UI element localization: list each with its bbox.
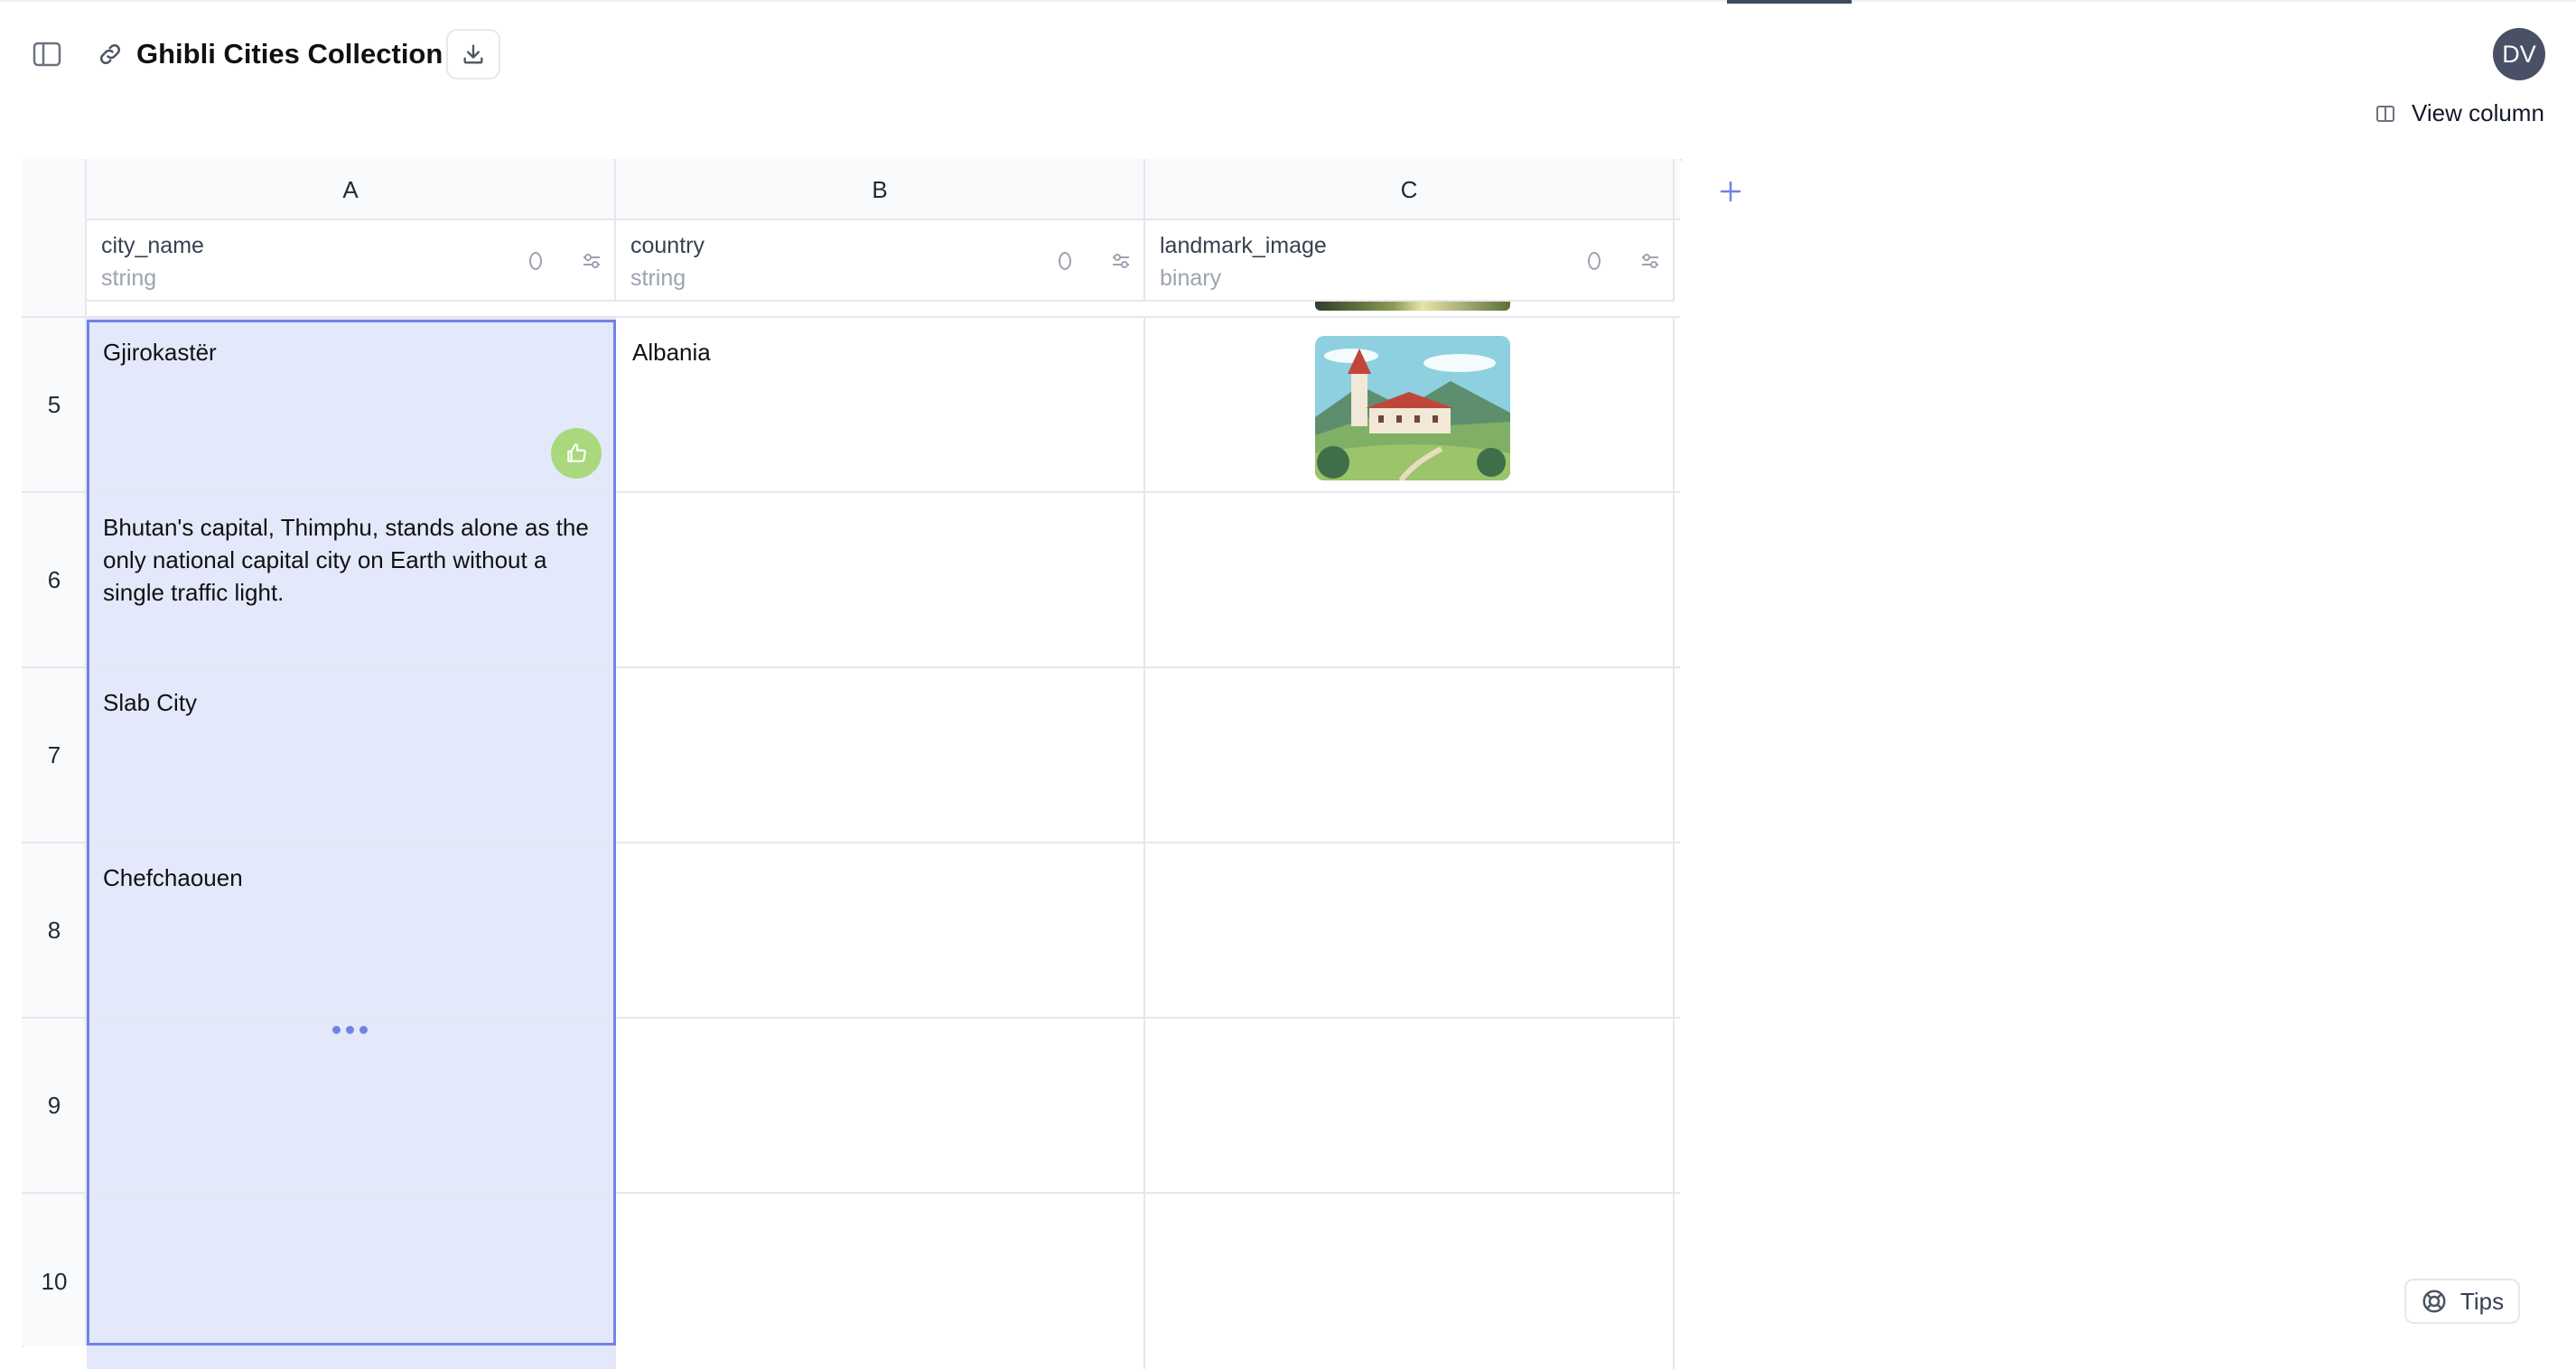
row-number: 9 (47, 1091, 61, 1119)
cell-text: Gjirokastër (103, 339, 217, 366)
column-prompt-button[interactable] (522, 247, 549, 275)
view-column-label: View column (2412, 99, 2544, 126)
settings-sliders-icon (1642, 254, 1658, 268)
settings-sliders-icon (583, 254, 600, 268)
cell-city-name[interactable]: Slab City (87, 668, 616, 842)
link-icon (99, 43, 121, 65)
column-name: country (630, 233, 705, 258)
row-number: 8 (47, 916, 61, 944)
cell-city-name[interactable]: Chefchaouen (87, 843, 616, 1017)
column-header-country[interactable]: country string (616, 220, 1145, 302)
cell-text: Chefchaouen (103, 864, 243, 891)
lifebuoy-icon (2422, 1290, 2446, 1313)
thumbs-up-button[interactable] (551, 428, 602, 479)
download-icon (463, 44, 483, 64)
column-name: landmark_image (1160, 233, 1327, 258)
settings-sliders-icon (1113, 254, 1129, 268)
cell-text: Slab City (103, 689, 198, 716)
sparkle-icon (1588, 252, 1601, 270)
cell-landmark-image[interactable] (1145, 843, 1675, 1017)
cell-country[interactable] (616, 493, 1145, 666)
cell-city-name[interactable]: Bhutan's capital, Thimphu, stands alone … (87, 493, 616, 666)
column-name: city_name (101, 233, 204, 258)
columns-icon (2376, 105, 2394, 122)
view-column-button[interactable]: View column (2375, 99, 2544, 127)
sparkle-icon (1059, 252, 1071, 270)
cell-city-name[interactable]: Gjirokastër (87, 318, 616, 491)
table-row: 9 (22, 1019, 1680, 1194)
cell-landmark-image[interactable] (1145, 1194, 1675, 1369)
cell-city-name[interactable] (87, 1194, 616, 1369)
cell-text: Albania (632, 339, 711, 366)
column-header-city-name[interactable]: city_name string (87, 220, 616, 302)
column-letter-row: A B C (87, 159, 1680, 220)
sidebar-toggle-button[interactable] (25, 40, 69, 69)
cell-text: Bhutan's capital, Thimphu, stands alone … (103, 514, 589, 606)
column-letter-c[interactable]: C (1145, 159, 1675, 220)
column-type: binary (1160, 265, 1222, 291)
table-row: 6 Bhutan's capital, Thimphu, stands alon… (22, 493, 1680, 668)
add-column-button[interactable] (1713, 173, 1749, 210)
column-settings-button[interactable] (1107, 247, 1134, 275)
column-prompt-button[interactable] (1051, 247, 1078, 275)
table-row: 7 Slab City (22, 668, 1680, 843)
active-tab-indicator (1727, 0, 1852, 4)
column-prompt-button[interactable] (1581, 247, 1608, 275)
copy-link-button[interactable] (90, 40, 130, 69)
download-button[interactable] (446, 29, 500, 79)
plus-icon (1720, 181, 1741, 202)
column-settings-button[interactable] (578, 247, 605, 275)
table-row: 8 Chefchaouen (22, 843, 1680, 1019)
thumbs-up-icon (567, 443, 586, 462)
loading-indicator (332, 1026, 368, 1034)
column-header-landmark-image[interactable]: landmark_image binary (1145, 220, 1675, 302)
top-border (0, 0, 2576, 2)
cell-landmark-image[interactable] (1145, 493, 1675, 666)
cell-landmark-image[interactable] (1145, 1019, 1675, 1192)
tips-button[interactable]: Tips (2404, 1279, 2520, 1324)
column-letter-a[interactable]: A (87, 159, 616, 220)
tips-label: Tips (2459, 1287, 2505, 1315)
partial-landmark-thumbnail (1315, 302, 1510, 311)
row-number: 5 (47, 390, 61, 418)
app-header: Ghibli Cities Collection DV (0, 27, 2576, 81)
landmark-thumbnail[interactable] (1315, 336, 1510, 480)
page-title: Ghibli Cities Collection (136, 38, 443, 70)
cell-country[interactable] (616, 843, 1145, 1017)
table-row: 10 (22, 1194, 1680, 1369)
cell-country[interactable] (616, 1019, 1145, 1192)
column-letter-b[interactable]: B (616, 159, 1145, 220)
user-avatar[interactable]: DV (2493, 28, 2545, 80)
column-settings-button[interactable] (1637, 247, 1664, 275)
row-number: 6 (47, 565, 61, 593)
cell-country[interactable] (616, 1194, 1145, 1369)
cell-city-name[interactable] (87, 1019, 616, 1192)
column-type: string (630, 265, 686, 291)
cell-country[interactable] (616, 668, 1145, 842)
sidebar-toggle-icon (33, 42, 61, 67)
row-number: 7 (47, 740, 61, 768)
cell-landmark-image[interactable] (1145, 668, 1675, 842)
row-number: 10 (41, 1267, 68, 1295)
column-type: string (101, 265, 157, 291)
cell-country[interactable]: Albania (616, 318, 1145, 491)
sparkle-icon (529, 252, 542, 270)
